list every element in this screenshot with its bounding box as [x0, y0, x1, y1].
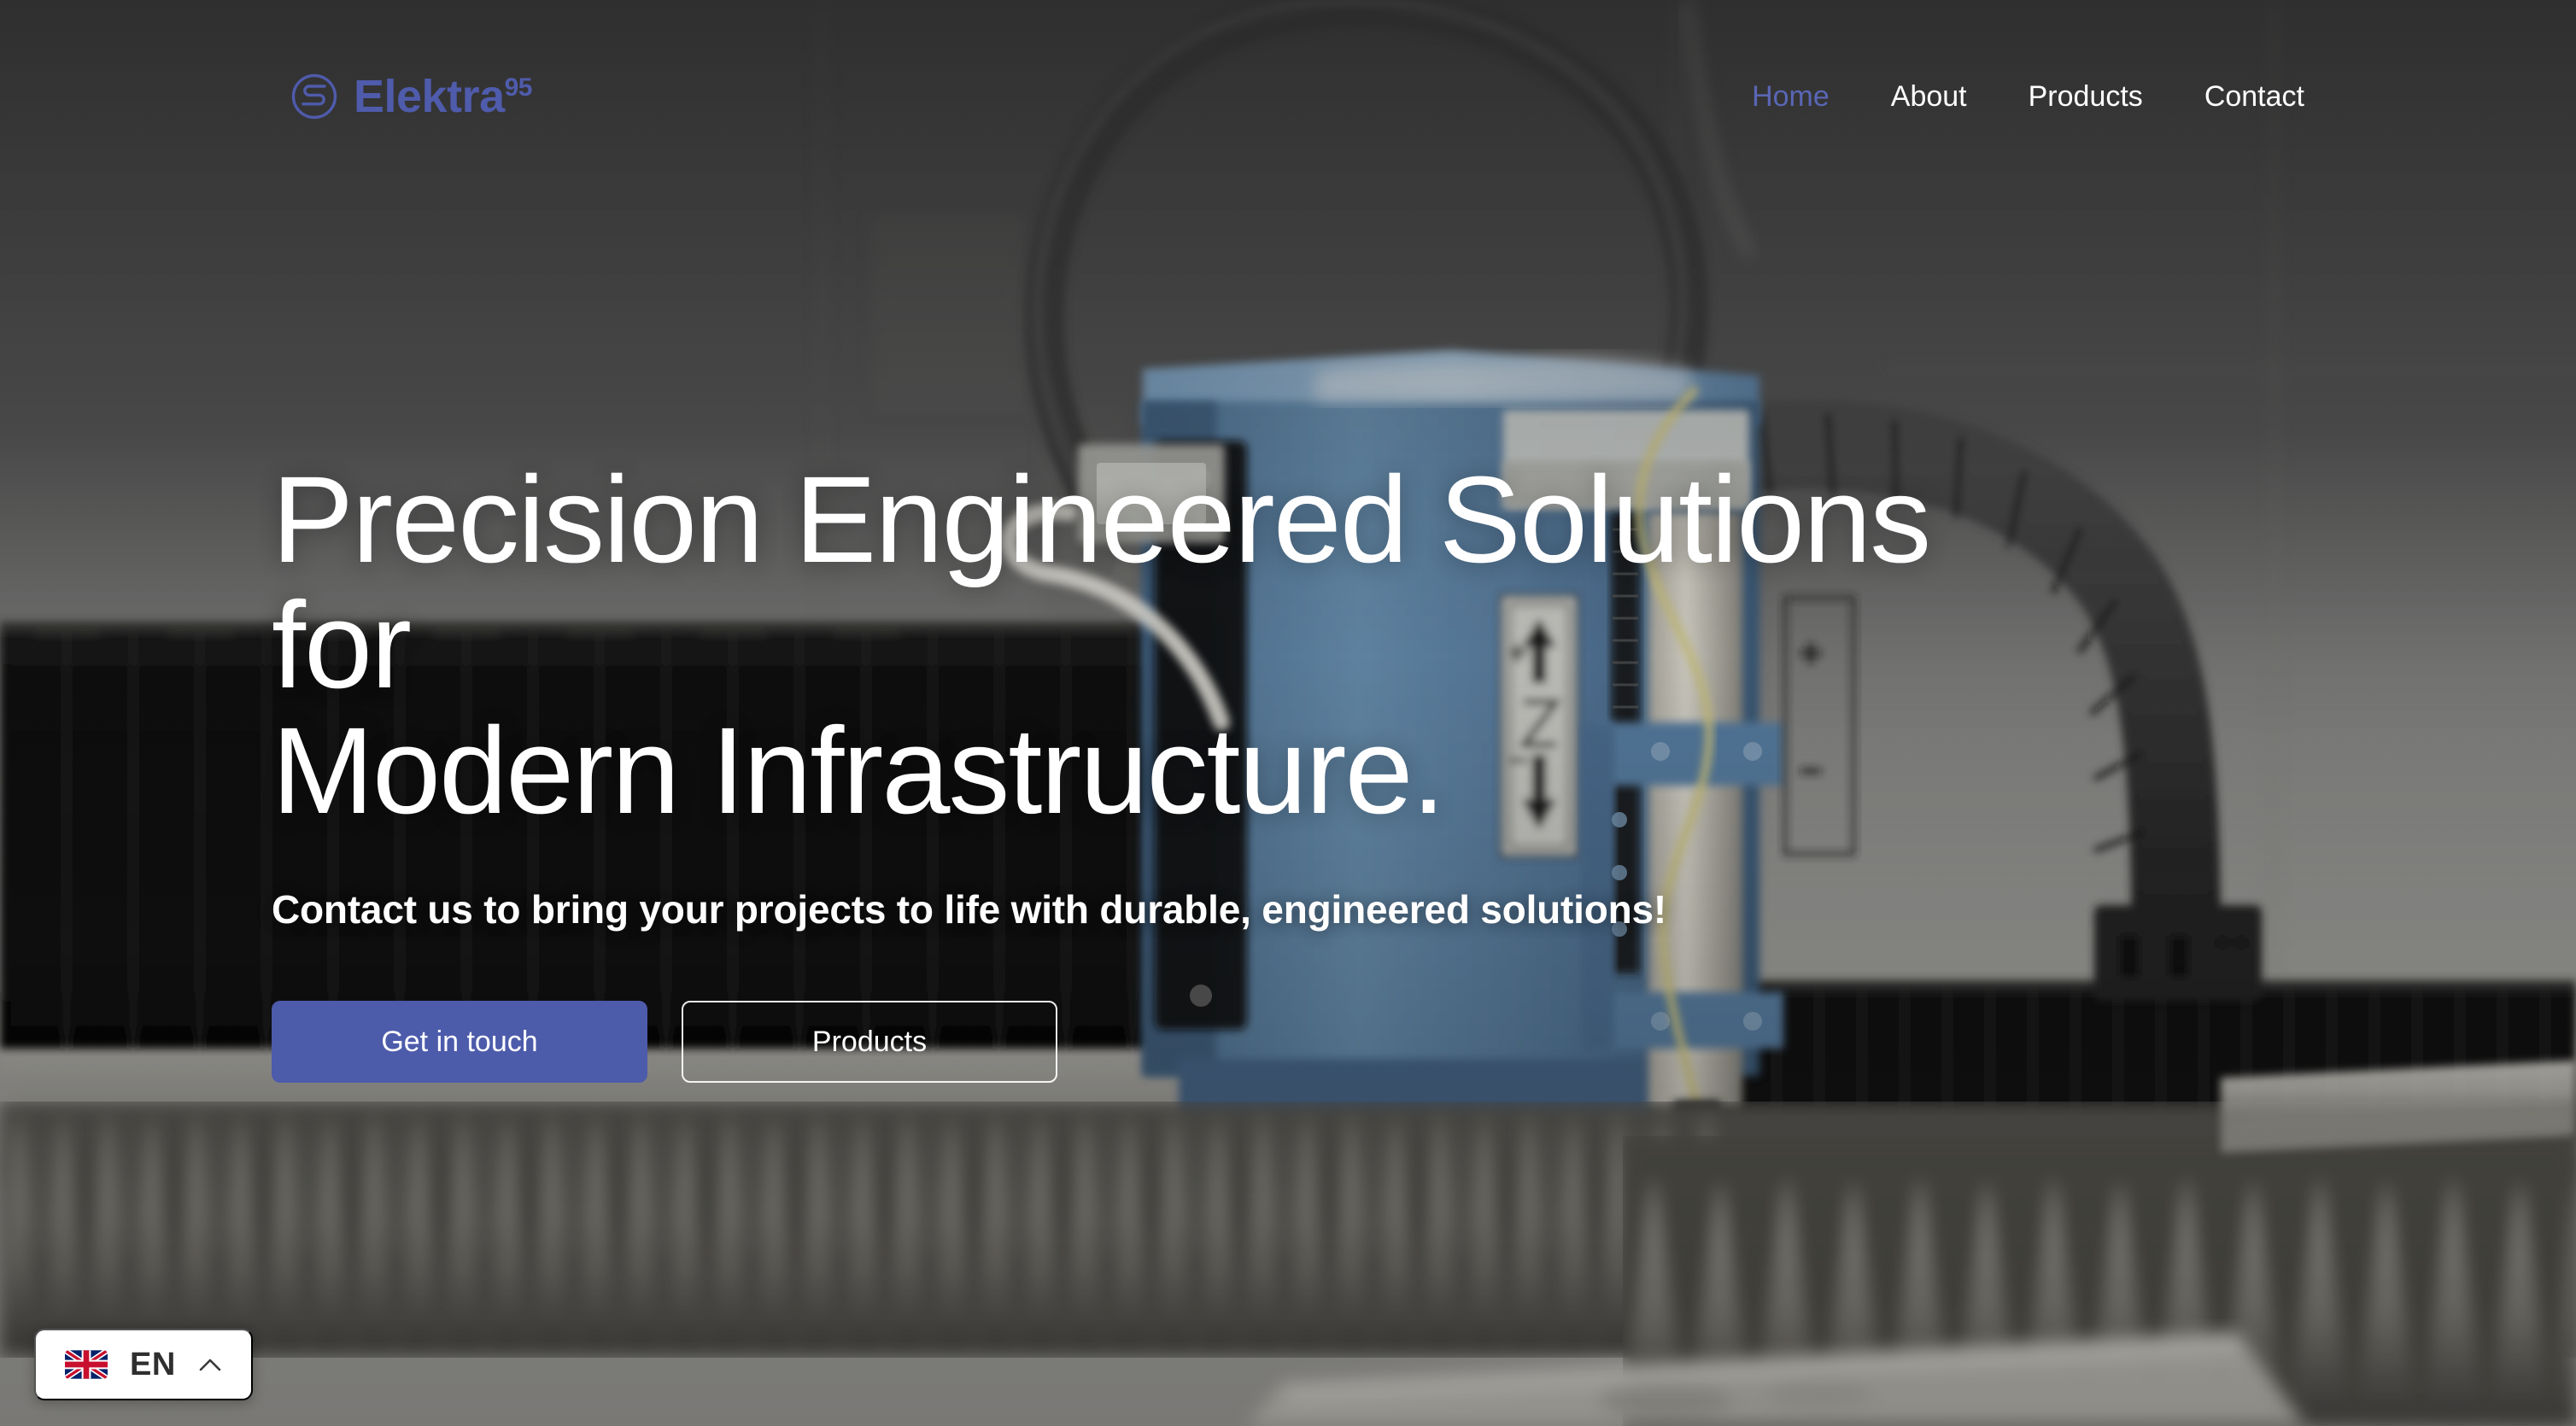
- products-button[interactable]: Products: [682, 1001, 1057, 1084]
- nav-item-contact[interactable]: Contact: [2204, 82, 2304, 111]
- nav-item-products[interactable]: Products: [2029, 82, 2143, 111]
- serpentine-circle-icon: [291, 73, 337, 120]
- get-in-touch-button[interactable]: Get in touch: [272, 1001, 647, 1084]
- brand-superscript: 95: [504, 73, 533, 102]
- brand-name-text: Elektra: [354, 71, 505, 122]
- nav-item-about[interactable]: About: [1891, 82, 1967, 111]
- chevron-up-icon: [199, 1359, 221, 1371]
- site-header: Elektra95 Home About Products Contact: [0, 0, 2576, 193]
- nav-item-home[interactable]: Home: [1752, 82, 1830, 111]
- brand-name: Elektra95: [354, 71, 533, 122]
- language-code: EN: [130, 1347, 176, 1382]
- hero-headline: Precision Engineered Solutions for Moder…: [272, 451, 1931, 839]
- language-switcher[interactable]: EN: [34, 1329, 253, 1400]
- hero-content: Precision Engineered Solutions for Moder…: [272, 451, 2065, 1084]
- main-navigation: Home About Products Contact: [1752, 82, 2304, 111]
- hero-section: Elektra95 Home About Products Contact Pr…: [0, 0, 2576, 1426]
- hero-cta-group: Get in touch Products: [272, 1001, 2065, 1084]
- brand-logo[interactable]: Elektra95: [290, 71, 533, 122]
- hero-subheadline: Contact us to bring your projects to lif…: [272, 886, 1667, 932]
- uk-flag-icon: [65, 1350, 108, 1379]
